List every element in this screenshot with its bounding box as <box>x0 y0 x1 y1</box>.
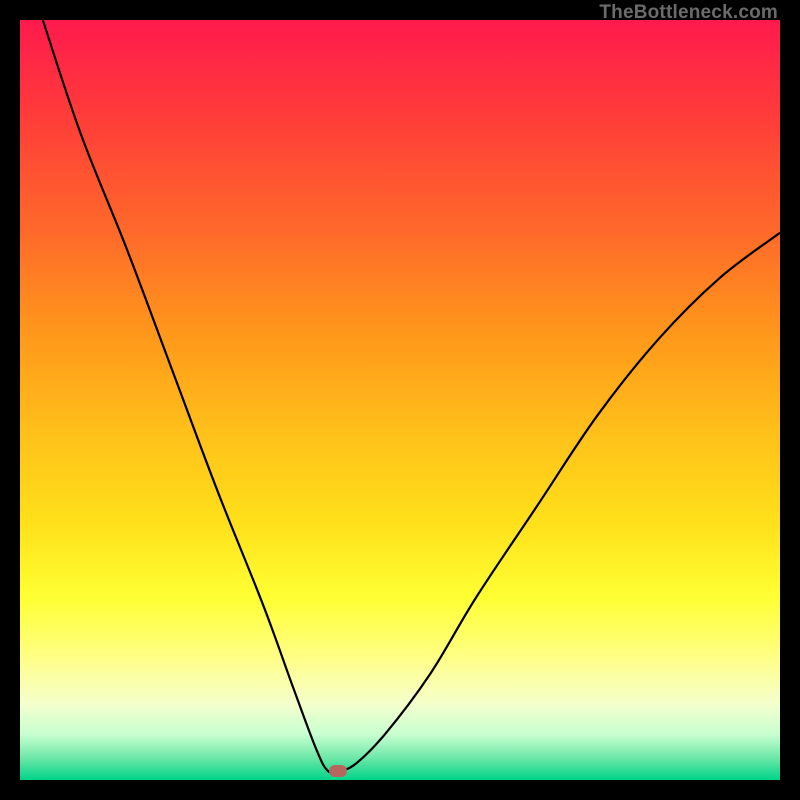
watermark-label: TheBottleneck.com <box>599 2 778 24</box>
chart-frame: TheBottleneck.com <box>0 0 800 800</box>
min-point-marker <box>329 765 347 777</box>
curve-path <box>43 20 780 773</box>
plot-area <box>20 20 780 780</box>
chart-curve <box>20 20 780 780</box>
